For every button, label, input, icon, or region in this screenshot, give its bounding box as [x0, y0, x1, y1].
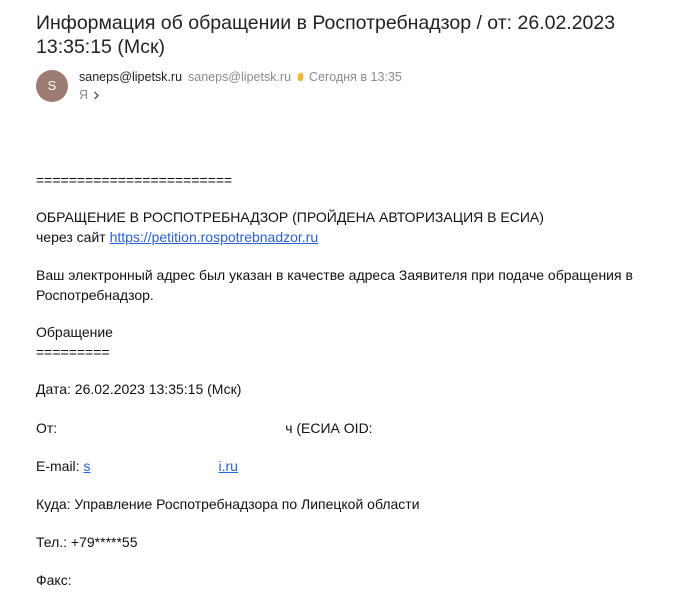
appeal-label: Обращение [36, 324, 113, 340]
email-subject: Информация об обращении в Роспотребнадзо… [36, 12, 616, 58]
from-tail: ч (ЕСИА OID: [285, 420, 373, 436]
sender-email[interactable]: saneps@lipetsk.ru [188, 70, 291, 84]
applicant-email-link-end[interactable]: i.ru [218, 458, 237, 474]
email-line: E-mail: s i.ru [36, 456, 238, 476]
applicant-email-link-start[interactable]: s [83, 458, 90, 474]
sender-line: saneps@lipetsk.ru saneps@lipetsk.ru Сегодн… [79, 69, 402, 85]
chevron-right-icon[interactable] [93, 91, 100, 100]
fax-line: Факс: [36, 572, 72, 588]
appeal-heading: ОБРАЩЕНИЕ В РОСПОТРЕБНАДЗОР (ПРОЙДЕНА АВ… [36, 209, 544, 225]
email-label: E-mail: [36, 458, 80, 474]
separator-line: ======================== [36, 172, 233, 188]
hand-wave-icon [297, 72, 304, 82]
sender-name[interactable]: saneps@lipetsk.ru [79, 70, 182, 84]
notice-line-1: Ваш электронный адрес был указан в качес… [36, 267, 633, 283]
notice-line-2: Роспотребнадзор. [36, 287, 154, 303]
from-line: От: ч (ЕСИА OID: [36, 418, 373, 438]
destination-line: Куда: Управление Роспотребнадзора по Лип… [36, 496, 420, 512]
from-label: От: [36, 420, 58, 436]
separator-line-2: ========= [36, 344, 110, 360]
recipient-line[interactable]: Я [79, 87, 100, 103]
recipient-name: Я [79, 88, 89, 102]
petition-site-link[interactable]: https://petition.rospotrebnadzor.ru [110, 229, 319, 245]
date-line: Дата: 26.02.2023 13:35:15 (Мск) [36, 381, 242, 397]
via-site-line: через сайт https://petition.rospotrebnad… [36, 227, 318, 247]
sender-avatar[interactable]: S [36, 70, 68, 102]
phone-line: Тел.: +79*****55 [36, 534, 138, 550]
sent-time: Сегодня в 13:35 [309, 70, 402, 84]
via-site-label: через сайт [36, 229, 106, 245]
